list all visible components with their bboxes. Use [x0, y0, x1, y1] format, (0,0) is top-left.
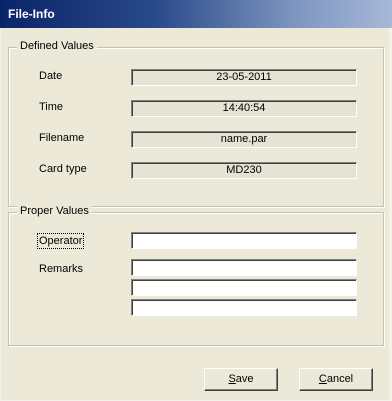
save-button-mnemonic: S [228, 373, 236, 385]
proper-values-title: Proper Values [17, 205, 92, 217]
operator-input[interactable] [131, 232, 357, 249]
proper-values-group: Proper Values Operator Remarks [8, 205, 384, 346]
filename-value: name.par [131, 131, 357, 148]
operator-label: Operator [36, 233, 85, 249]
remarks-input-line-2[interactable] [131, 279, 357, 296]
time-value: 14:40:54 [131, 100, 357, 117]
remarks-input-line-1[interactable] [131, 259, 357, 276]
save-button-label: ave [235, 373, 254, 385]
window-title: File-Info [8, 7, 55, 21]
remarks-input-line-3[interactable] [131, 299, 357, 316]
dialog-client-area: Defined Values Date 23-05-2011 Time 14:4… [1, 28, 389, 400]
card-type-label: Card type [39, 163, 87, 175]
title-bar[interactable]: File-Info [0, 0, 392, 28]
remarks-label: Remarks [39, 263, 84, 275]
cancel-button-label: ancel [326, 373, 354, 385]
time-label: Time [39, 101, 64, 113]
file-info-dialog: File-Info Defined Values Date 23-05-2011… [0, 0, 392, 401]
cancel-button[interactable]: Cancel [299, 368, 373, 391]
date-label: Date [39, 70, 63, 82]
save-button[interactable]: Save [204, 368, 278, 391]
date-value: 23-05-2011 [131, 69, 357, 86]
defined-values-title: Defined Values [17, 40, 97, 52]
filename-label: Filename [39, 132, 85, 144]
defined-values-group: Defined Values Date 23-05-2011 Time 14:4… [8, 40, 384, 207]
card-type-value: MD230 [131, 162, 357, 179]
cancel-button-mnemonic: C [318, 373, 327, 385]
